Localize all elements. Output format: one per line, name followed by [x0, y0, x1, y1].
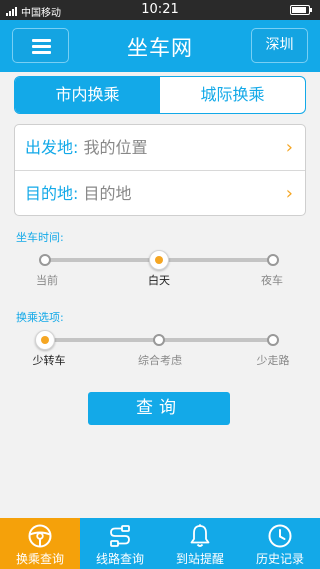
- nav-label: 历史记录: [255, 552, 304, 566]
- time-node-night[interactable]: [267, 254, 279, 266]
- nav-label: 线路查询: [95, 552, 144, 566]
- nav-transfer-query[interactable]: 换乘查询: [0, 518, 80, 569]
- origin-value: 我的位置: [83, 138, 148, 157]
- nav-label: 换乘查询: [15, 552, 64, 566]
- transfer-option-fewer-transfers: 少转车: [32, 354, 66, 367]
- time-option-now: 当前: [36, 274, 58, 287]
- transfer-node-fewer-transfers[interactable]: [35, 330, 55, 350]
- time-option-label: 坐车时间:: [16, 231, 64, 244]
- city-button[interactable]: 深圳: [251, 28, 308, 63]
- transfer-option-less-walking: 少走路: [256, 354, 290, 367]
- bottom-nav: 换乘查询 线路查询 到站提醒 历史记录: [0, 518, 320, 569]
- time-option-night: 夜车: [261, 274, 283, 287]
- query-button[interactable]: 查询: [88, 392, 230, 425]
- status-bar: 中国移动 10:21: [0, 0, 320, 20]
- steering-wheel-icon: [28, 524, 52, 548]
- route-form: 出发地: 我的位置 › 目的地: 目的地 ›: [14, 124, 306, 216]
- chevron-right-icon: ›: [285, 137, 293, 158]
- nav-history[interactable]: 历史记录: [240, 518, 320, 569]
- time-node-daytime[interactable]: [149, 250, 169, 270]
- battery-icon: [290, 5, 312, 15]
- transfer-option-label: 换乘选项:: [16, 311, 64, 324]
- bell-icon: [190, 524, 210, 547]
- time-option-daytime: 白天: [148, 274, 170, 287]
- transfer-tabs: 市内换乘 城际换乘: [14, 76, 306, 114]
- chevron-right-icon: ›: [285, 183, 293, 204]
- time-node-now[interactable]: [39, 254, 51, 266]
- clock-icon: [268, 524, 292, 548]
- tab-city-transfer[interactable]: 市内换乘: [15, 77, 160, 113]
- status-time: 10:21: [141, 2, 179, 17]
- transfer-option-balanced: 综合考虑: [138, 354, 182, 367]
- origin-field[interactable]: 出发地: 我的位置 ›: [15, 125, 305, 170]
- transfer-node-less-walking[interactable]: [267, 334, 279, 346]
- app-header: 坐车网 深圳: [0, 20, 320, 72]
- nav-arrival-reminder[interactable]: 到站提醒: [160, 518, 240, 569]
- nav-route-query[interactable]: 线路查询: [80, 518, 160, 569]
- destination-label: 目的地:: [25, 184, 79, 203]
- destination-field[interactable]: 目的地: 目的地 ›: [15, 170, 305, 215]
- origin-label: 出发地:: [25, 138, 79, 157]
- nav-label: 到站提醒: [175, 552, 224, 566]
- transfer-node-balanced[interactable]: [153, 334, 165, 346]
- destination-value: 目的地: [83, 184, 132, 203]
- tab-intercity-transfer[interactable]: 城际换乘: [160, 77, 305, 113]
- route-icon: [110, 525, 130, 547]
